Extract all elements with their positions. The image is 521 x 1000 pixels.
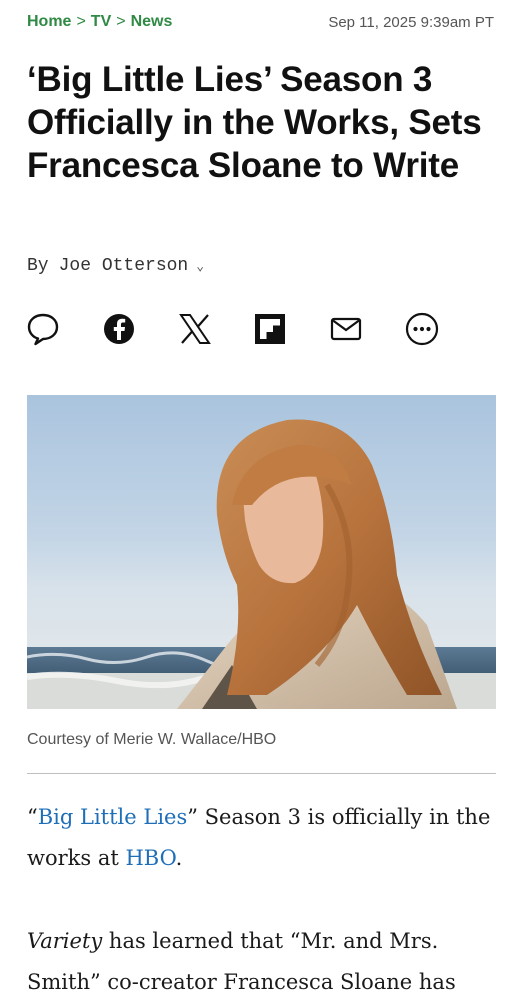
- article-paragraph: Variety has learned that “Mr. and Mrs. S…: [27, 921, 497, 1000]
- breadcrumb-separator: >: [116, 13, 126, 30]
- breadcrumb-separator: >: [76, 13, 86, 30]
- article-body: “Big Little Lies” Season 3 is officially…: [27, 797, 497, 1000]
- byline: By Joe Otterson ⌄: [27, 256, 204, 276]
- breadcrumb-tv[interactable]: TV: [91, 13, 111, 31]
- article-headline: ‘Big Little Lies’ Season 3 Officially in…: [27, 60, 482, 185]
- comment-icon[interactable]: [25, 311, 61, 347]
- paragraph-text: .: [175, 846, 183, 870]
- breadcrumb-home[interactable]: Home: [27, 13, 71, 31]
- article-paragraph: “Big Little Lies” Season 3 is officially…: [27, 797, 497, 879]
- share-bar: [25, 311, 440, 347]
- publication-name: Variety: [27, 929, 103, 953]
- breadcrumb: Home > TV > News: [27, 13, 172, 31]
- hero-photo-illustration: [27, 419, 496, 709]
- email-icon[interactable]: [328, 311, 364, 347]
- hero-image: [27, 395, 496, 709]
- flipboard-icon[interactable]: [252, 311, 288, 347]
- author-name[interactable]: Joe Otterson: [59, 256, 189, 276]
- link-hbo[interactable]: HBO: [125, 846, 175, 870]
- divider: [27, 773, 496, 774]
- publish-timestamp: Sep 11, 2025 9:39am PT: [328, 13, 494, 31]
- link-big-little-lies[interactable]: Big Little Lies: [38, 805, 188, 829]
- more-icon[interactable]: [404, 311, 440, 347]
- chevron-down-icon[interactable]: ⌄: [196, 259, 204, 274]
- image-caption: Courtesy of Merie W. Wallace/HBO: [27, 731, 277, 748]
- paragraph-text: “: [27, 805, 38, 829]
- x-icon[interactable]: [177, 311, 213, 347]
- breadcrumb-news[interactable]: News: [131, 13, 173, 31]
- facebook-icon[interactable]: [101, 311, 137, 347]
- byline-prefix: By: [27, 256, 49, 276]
- top-bar: Home > TV > News Sep 11, 2025 9:39am PT: [27, 11, 494, 33]
